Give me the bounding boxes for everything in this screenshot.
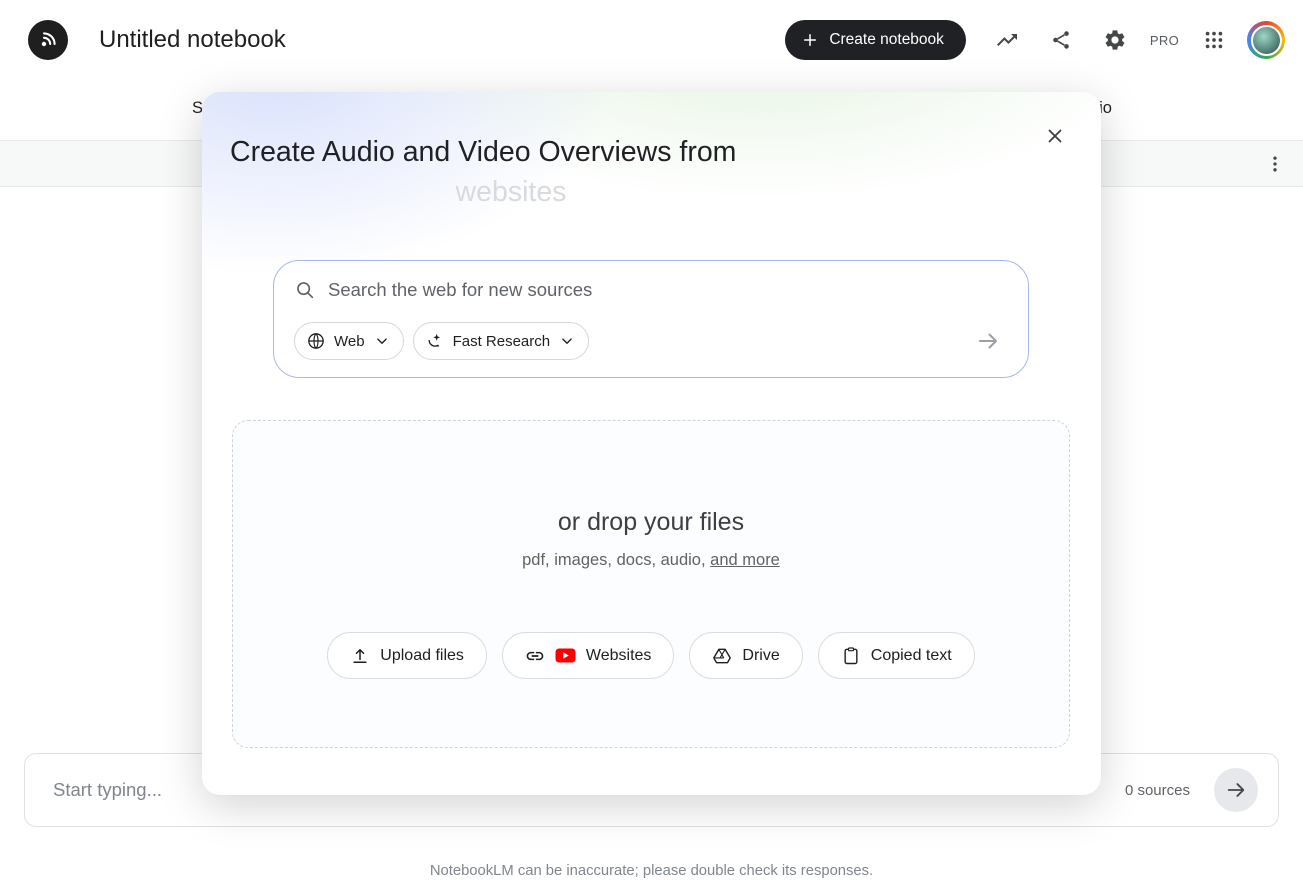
google-drive-icon <box>712 646 732 666</box>
submit-search-icon[interactable] <box>968 321 1008 361</box>
create-notebook-button[interactable]: Create notebook <box>785 20 966 60</box>
notebook-title[interactable]: Untitled notebook <box>99 26 286 54</box>
apps-grid-icon[interactable] <box>1193 19 1235 61</box>
websites-button[interactable]: Websites <box>502 632 675 679</box>
plus-icon <box>801 31 819 49</box>
drive-label: Drive <box>742 647 779 665</box>
share-icon[interactable] <box>1040 19 1082 61</box>
avatar-image <box>1251 25 1282 56</box>
fast-research-icon <box>425 331 445 351</box>
web-source-dropdown[interactable]: Web <box>294 322 404 360</box>
youtube-icon <box>555 648 576 663</box>
modal-title-prefix: Create Audio and Video Overviews from <box>230 136 736 168</box>
chevron-down-icon <box>558 332 576 350</box>
dropzone-formats: pdf, images, docs, audio, and more <box>522 551 780 570</box>
notebooklm-logo[interactable] <box>28 20 68 60</box>
modal-title-highlight: websites <box>230 172 792 212</box>
websites-label: Websites <box>586 647 652 665</box>
notebooklm-logo-icon <box>36 28 60 52</box>
search-box: Web Fast Research <box>273 260 1029 378</box>
analytics-icon[interactable] <box>986 19 1028 61</box>
search-input[interactable] <box>328 279 1008 301</box>
create-notebook-label: Create notebook <box>829 31 944 49</box>
close-icon[interactable] <box>1035 116 1075 156</box>
create-sources-modal: Create Audio and Video Overviews from we… <box>202 92 1101 795</box>
send-button[interactable] <box>1214 768 1258 812</box>
app-header: Untitled notebook Create notebook PRO <box>0 0 1303 80</box>
clipboard-icon <box>841 646 861 666</box>
copied-text-button[interactable]: Copied text <box>818 632 975 679</box>
search-options-row: Web Fast Research <box>294 321 1008 361</box>
chevron-down-icon <box>373 332 391 350</box>
research-chip-label: Fast Research <box>453 333 551 350</box>
research-mode-dropdown[interactable]: Fast Research <box>413 322 590 360</box>
file-dropzone[interactable]: or drop your files pdf, images, docs, au… <box>232 420 1070 748</box>
disclaimer-text: NotebookLM can be inaccurate; please dou… <box>0 863 1303 879</box>
upload-icon <box>350 646 370 666</box>
search-icon <box>294 279 316 301</box>
modal-title: Create Audio and Video Overviews from we… <box>230 132 792 212</box>
user-avatar[interactable] <box>1247 21 1285 59</box>
source-buttons-row: Upload files Websites Drive <box>327 632 974 679</box>
dropzone-heading: or drop your files <box>558 507 744 537</box>
arrow-right-icon <box>1225 779 1247 801</box>
globe-icon <box>306 331 326 351</box>
pro-badge: PRO <box>1150 33 1179 48</box>
and-more-link[interactable]: and more <box>710 551 780 569</box>
web-chip-label: Web <box>334 333 365 350</box>
settings-icon[interactable] <box>1094 19 1136 61</box>
more-options-icon[interactable] <box>1255 144 1295 184</box>
search-row <box>294 279 1008 301</box>
drive-button[interactable]: Drive <box>689 632 802 679</box>
link-icon <box>525 646 545 666</box>
header-actions: Create notebook PRO <box>785 20 1285 60</box>
formats-text: pdf, images, docs, audio, <box>522 551 710 569</box>
upload-files-button[interactable]: Upload files <box>327 632 487 679</box>
copied-text-label: Copied text <box>871 647 952 665</box>
upload-files-label: Upload files <box>380 647 464 665</box>
sources-count: 0 sources <box>1125 782 1190 799</box>
